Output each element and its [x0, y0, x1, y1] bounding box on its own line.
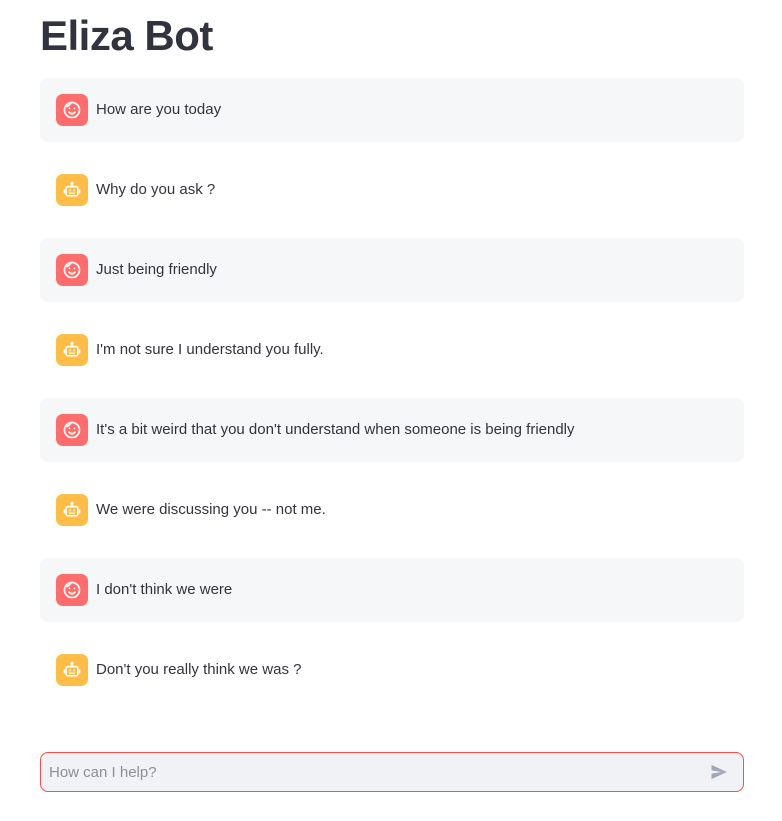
message-text: How are you today — [96, 101, 222, 118]
chat-message-assistant: Don't you really think we was ? — [40, 638, 744, 702]
chat-message-assistant: I'm not sure I understand you fully. — [40, 318, 744, 382]
chat-message-user: Just being friendly — [40, 238, 744, 302]
user-avatar — [56, 94, 88, 126]
face-icon — [62, 580, 82, 600]
robot-icon — [62, 660, 82, 680]
assistant-avatar — [56, 494, 88, 526]
robot-icon — [62, 340, 82, 360]
face-icon — [62, 260, 82, 280]
chat-message-user: It's a bit weird that you don't understa… — [40, 398, 744, 462]
user-avatar — [56, 254, 88, 286]
message-text: Just being friendly — [96, 261, 217, 278]
robot-icon — [62, 500, 82, 520]
assistant-avatar — [56, 654, 88, 686]
send-icon — [709, 762, 729, 782]
chat-input[interactable] — [41, 753, 701, 791]
face-icon — [62, 100, 82, 120]
message-text: I don't think we were — [96, 581, 233, 598]
assistant-avatar — [56, 334, 88, 366]
chat-message-assistant: We were discussing you -- not me. — [40, 478, 744, 542]
message-text: Why do you ask ? — [96, 181, 216, 198]
message-list: How are you today Why do you ask ? Just … — [40, 78, 744, 718]
user-avatar — [56, 574, 88, 606]
assistant-avatar — [56, 174, 88, 206]
chat-message-user: I don't think we were — [40, 558, 744, 622]
message-text: I'm not sure I understand you fully. — [96, 341, 324, 358]
send-button[interactable] — [701, 753, 737, 791]
message-text: It's a bit weird that you don't understa… — [96, 421, 575, 438]
chat-message-user: How are you today — [40, 78, 744, 142]
page-title: Eliza Bot — [40, 12, 213, 59]
message-text: We were discussing you -- not me. — [96, 501, 326, 518]
robot-icon — [62, 180, 82, 200]
chat-page: Eliza Bot How are you today Why do you a… — [0, 0, 782, 821]
chat-input-container — [40, 752, 744, 792]
user-avatar — [56, 414, 88, 446]
message-text: Don't you really think we was ? — [96, 661, 302, 678]
chat-message-assistant: Why do you ask ? — [40, 158, 744, 222]
face-icon — [62, 420, 82, 440]
